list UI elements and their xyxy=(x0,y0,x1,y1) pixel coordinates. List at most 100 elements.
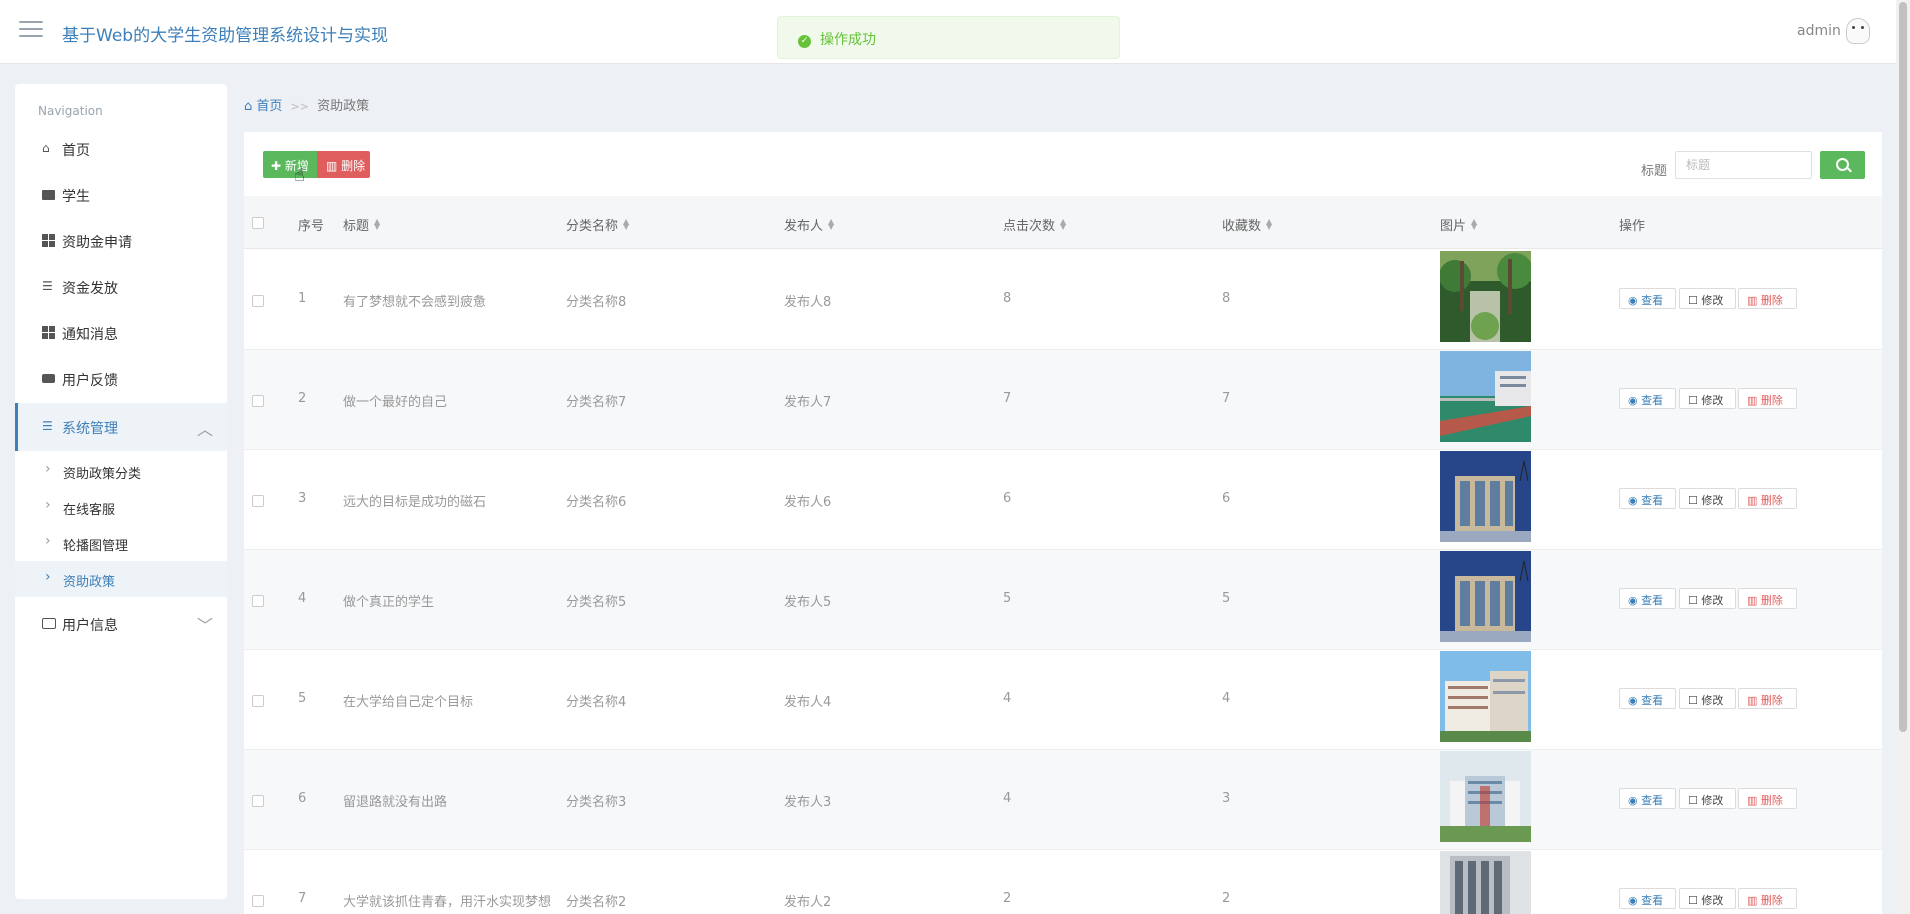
row-checkbox[interactable] xyxy=(252,595,264,607)
page-scrollbar[interactable] xyxy=(1896,0,1910,914)
row-checkbox[interactable] xyxy=(252,695,264,707)
cell-publisher: 发布人4 xyxy=(784,695,832,710)
cell-image[interactable] xyxy=(1440,451,1531,542)
search-button[interactable] xyxy=(1820,151,1865,179)
cell-image[interactable] xyxy=(1440,351,1531,442)
edit-button-label: 修改 xyxy=(1701,494,1724,507)
sidebar-subitem-carousel[interactable]: › 轮播图管理 xyxy=(15,525,227,561)
cell-clicks: 8 xyxy=(1003,291,1012,306)
breadcrumb-separator: >> xyxy=(290,100,309,113)
breadcrumb-home[interactable]: ⌂ 首页 xyxy=(244,99,282,114)
row-delete-button-label: 删除 xyxy=(1760,594,1783,607)
row-checkbox[interactable] xyxy=(252,395,264,407)
column-header-favorites[interactable]: 收藏数 ▲ ▼ xyxy=(1222,215,1272,235)
sidebar-item-students[interactable]: 学生 xyxy=(15,173,227,217)
add-button[interactable]: ✚ 新增 xyxy=(263,151,317,178)
column-header-clicks[interactable]: 点击次数 ▲ ▼ xyxy=(1003,215,1066,235)
sidebar-subitem-online-service[interactable]: › 在线客服 xyxy=(15,489,227,525)
view-button[interactable]: ◉ 查看 xyxy=(1619,688,1676,709)
view-button-label: 查看 xyxy=(1641,694,1664,707)
edit-button[interactable]: ☐ 修改 xyxy=(1679,888,1736,909)
edit-button[interactable]: ☐ 修改 xyxy=(1679,688,1736,709)
row-checkbox[interactable] xyxy=(252,295,264,307)
eye-icon: ◉ xyxy=(1628,894,1642,907)
cell-image[interactable] xyxy=(1440,251,1531,342)
cell-favorites: 7 xyxy=(1222,391,1231,406)
cell-clicks: 7 xyxy=(1003,391,1012,406)
table-row: 4 做个真正的学生 分类名称5 发布人5 5 5 ◉ 查看 ☐ 修改 ▥ 删除 xyxy=(244,550,1882,650)
view-button[interactable]: ◉ 查看 xyxy=(1619,488,1676,509)
edit-icon: ☐ xyxy=(1688,494,1702,507)
row-checkbox[interactable] xyxy=(252,495,264,507)
cell-no: 3 xyxy=(298,491,307,506)
edit-button[interactable]: ☐ 修改 xyxy=(1679,388,1736,409)
row-delete-button[interactable]: ▥ 删除 xyxy=(1738,888,1797,909)
cell-clicks: 5 xyxy=(1003,591,1012,606)
sidebar-item-label: 用户信息 xyxy=(62,618,118,634)
edit-icon: ☐ xyxy=(1688,794,1702,807)
row-delete-button[interactable]: ▥ 删除 xyxy=(1738,488,1797,509)
menu-toggle-icon[interactable] xyxy=(19,21,43,41)
view-button[interactable]: ◉ 查看 xyxy=(1619,388,1676,409)
table-row: 3 远大的目标是成功的磁石 分类名称6 发布人6 6 6 ◉ 查看 ☐ 修改 ▥ 删除 xyxy=(244,450,1882,550)
view-button[interactable]: ◉ 查看 xyxy=(1619,888,1676,909)
view-button-label: 查看 xyxy=(1641,894,1664,907)
cell-image[interactable] xyxy=(1440,551,1531,642)
column-header-category[interactable]: 分类名称 ▲ ▼ xyxy=(566,215,629,235)
trash-icon: ▥ xyxy=(1747,394,1761,407)
title-search-input[interactable] xyxy=(1675,151,1812,179)
edit-button[interactable]: ☐ 修改 xyxy=(1679,288,1736,309)
row-checkbox[interactable] xyxy=(252,795,264,807)
row-delete-button[interactable]: ▥ 删除 xyxy=(1738,788,1797,809)
cell-category: 分类名称4 xyxy=(566,695,627,710)
edit-button[interactable]: ☐ 修改 xyxy=(1679,588,1736,609)
sidebar-item-home[interactable]: ⌂ 首页 xyxy=(15,127,227,171)
column-header-title[interactable]: 标题 ▲ ▼ xyxy=(343,215,380,235)
edit-button-label: 修改 xyxy=(1701,694,1724,707)
chevron-right-icon: › xyxy=(45,569,51,585)
cell-image[interactable] xyxy=(1440,851,1531,914)
column-header-publisher[interactable]: 发布人 ▲ ▼ xyxy=(784,215,834,235)
row-delete-button[interactable]: ▥ 删除 xyxy=(1738,288,1797,309)
avatar[interactable] xyxy=(1846,18,1870,44)
delete-button[interactable]: ▥ 删除 xyxy=(317,151,370,178)
cell-clicks: 4 xyxy=(1003,791,1012,806)
user-name[interactable]: admin xyxy=(1797,23,1841,39)
select-all-checkbox[interactable] xyxy=(252,217,264,229)
table-row: 6 留退路就没有出路 分类名称3 发布人3 4 3 ◉ 查看 ☐ 修改 ▥ 删除 xyxy=(244,750,1882,850)
view-button[interactable]: ◉ 查看 xyxy=(1619,788,1676,809)
cell-image[interactable] xyxy=(1440,651,1531,742)
sidebar-item-notifications[interactable]: 通知消息 xyxy=(15,311,227,355)
cell-no: 7 xyxy=(298,891,307,906)
sidebar-item-fund-disbursement[interactable]: ☰ 资金发放 xyxy=(15,265,227,309)
sidebar-item-user-info[interactable]: 用户信息 ﹀ xyxy=(15,602,227,646)
scrollbar-thumb[interactable] xyxy=(1899,2,1907,732)
row-delete-button[interactable]: ▥ 删除 xyxy=(1738,588,1797,609)
nav-heading: Navigation xyxy=(38,104,103,118)
edit-button[interactable]: ☐ 修改 xyxy=(1679,788,1736,809)
grid-icon xyxy=(42,234,56,247)
cell-favorites: 4 xyxy=(1222,691,1231,706)
sidebar-subitem-aid-policy[interactable]: › 资助政策 xyxy=(15,561,227,597)
cell-title: 有了梦想就不会感到疲惫 xyxy=(343,295,487,310)
sidebar-item-aid-application[interactable]: 资助金申请 xyxy=(15,219,227,263)
cell-image[interactable] xyxy=(1440,751,1531,842)
card-icon xyxy=(42,617,56,630)
sidebar-item-feedback[interactable]: 用户反馈 xyxy=(15,357,227,401)
column-header-image[interactable]: 图片 ▲ ▼ xyxy=(1440,215,1477,235)
view-button[interactable]: ◉ 查看 xyxy=(1619,588,1676,609)
home-icon: ⌂ xyxy=(42,141,50,155)
row-delete-button[interactable]: ▥ 删除 xyxy=(1738,388,1797,409)
sidebar-item-label: 首页 xyxy=(62,143,90,159)
cell-favorites: 5 xyxy=(1222,591,1231,606)
table-row: 5 在大学给自己定个目标 分类名称4 发布人4 4 4 ◉ 查看 ☐ 修改 ▥ 删除 xyxy=(244,650,1882,750)
row-checkbox[interactable] xyxy=(252,895,264,907)
cell-favorites: 8 xyxy=(1222,291,1231,306)
home-icon: ⌂ xyxy=(244,99,257,114)
row-delete-button[interactable]: ▥ 删除 xyxy=(1738,688,1797,709)
sidebar-subitem-policy-category[interactable]: › 资助政策分类 xyxy=(15,453,227,489)
sidebar-item-system-management[interactable]: ☰ 系统管理 ︿ xyxy=(15,403,227,451)
eye-icon: ◉ xyxy=(1628,394,1642,407)
view-button[interactable]: ◉ 查看 xyxy=(1619,288,1676,309)
edit-button[interactable]: ☐ 修改 xyxy=(1679,488,1736,509)
